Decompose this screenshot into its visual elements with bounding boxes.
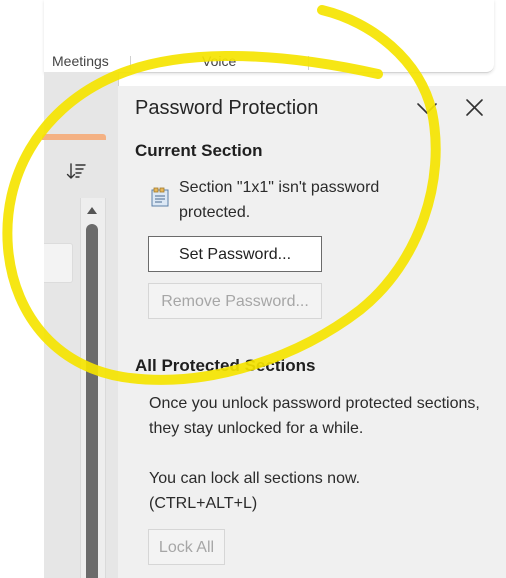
chevron-down-icon (417, 103, 437, 114)
sort-icon (66, 163, 86, 179)
current-section-heading: Current Section (135, 141, 263, 160)
section-status-text: Section "1x1" isn't password protected. (179, 179, 380, 221)
pane-title: Password Protection (135, 97, 319, 119)
ribbon-tab-meetings[interactable]: Meetings (52, 52, 109, 70)
scroll-up-arrow-icon (87, 207, 97, 214)
section-color-accent (42, 134, 106, 140)
lock-hint-text: You can lock all sections now. (CTRL+ALT… (149, 470, 361, 512)
scrollbar-thumb[interactable] (86, 224, 98, 578)
ribbon-strip (44, 0, 494, 73)
pane-options-button[interactable] (415, 96, 439, 120)
ribbon-tab-voice[interactable]: Voice (202, 52, 236, 70)
pane-close-button[interactable] (462, 96, 486, 120)
page-thumbnail[interactable] (44, 243, 73, 283)
sort-pages-button[interactable] (62, 158, 90, 186)
set-password-button[interactable]: Set Password... (148, 236, 322, 272)
ribbon-separator (308, 56, 309, 70)
remove-password-button: Remove Password... (148, 283, 322, 319)
unlock-info-text: Once you unlock password protected secti… (149, 395, 480, 437)
ribbon-separator (130, 56, 131, 70)
all-protected-sections-heading: All Protected Sections (135, 356, 316, 375)
scroll-up-button[interactable] (84, 204, 100, 216)
lock-all-button: Lock All (148, 529, 225, 565)
section-note-icon (149, 186, 171, 208)
close-icon (466, 99, 483, 116)
